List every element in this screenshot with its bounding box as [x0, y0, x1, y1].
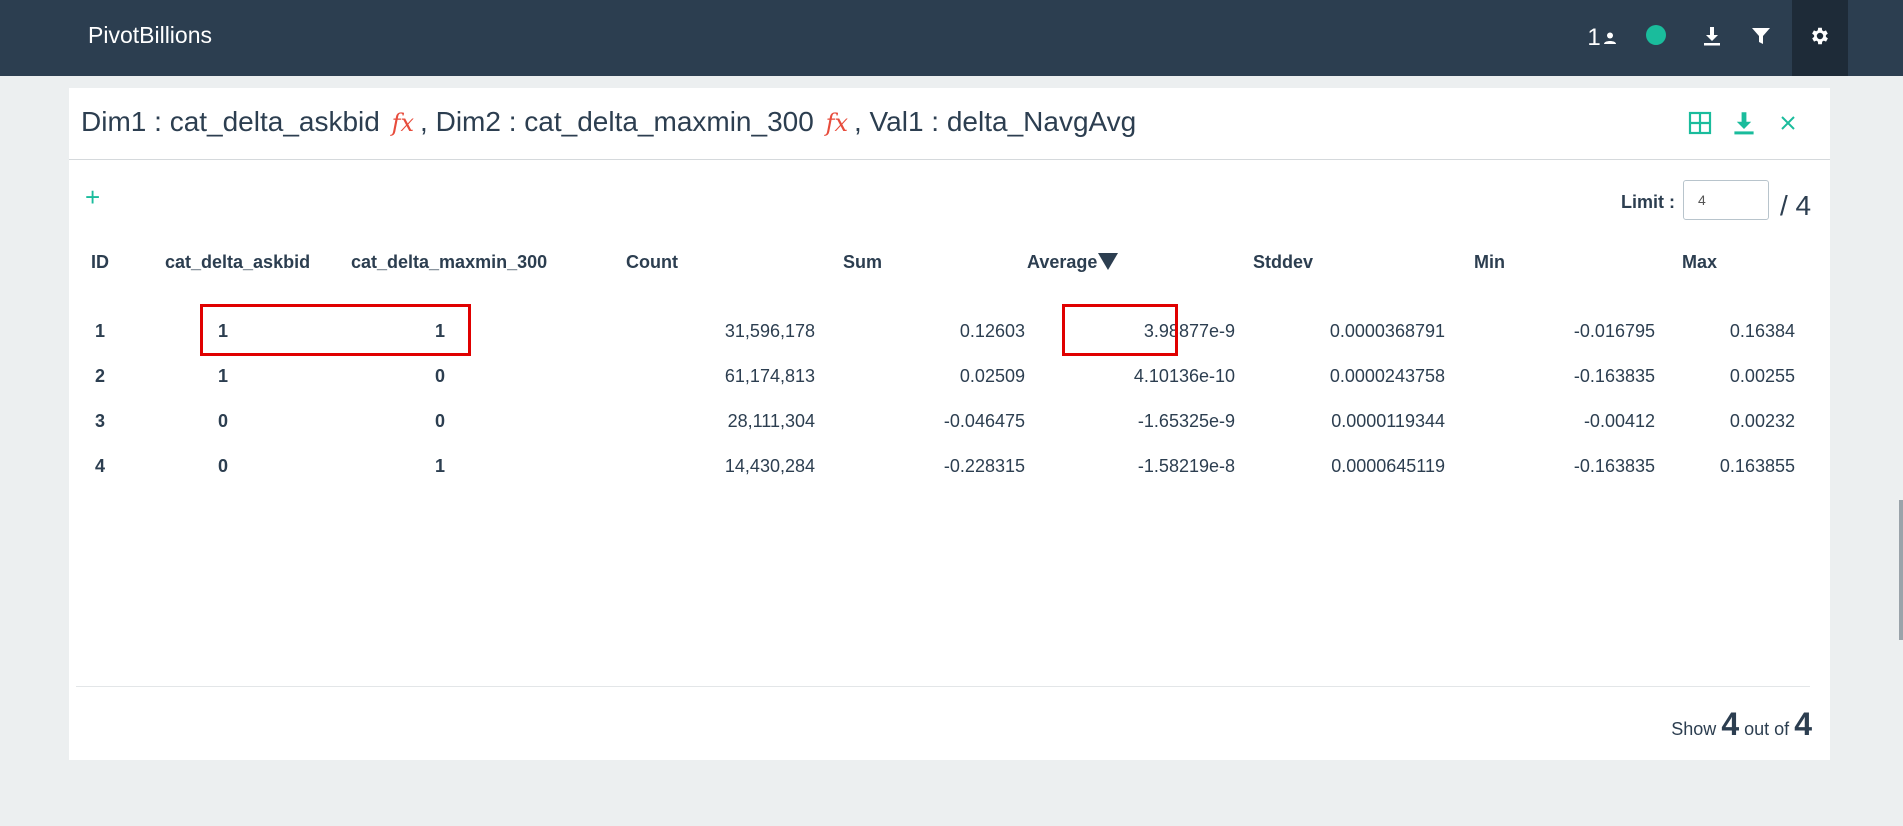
panel-title: Dim1 : cat_delta_askbid fx, Dim2 : cat_d…: [81, 106, 1136, 138]
dim1-fx-icon[interactable]: fx: [392, 109, 414, 137]
cell-min: -0.163835: [1573, 456, 1655, 476]
cell-average: -1.58219e-8: [1137, 456, 1235, 476]
dim1-label: Dim1 :: [81, 106, 170, 137]
limit-label: Limit :: [1621, 192, 1675, 212]
cell-cat-delta-maxmin-300: 0: [435, 366, 446, 386]
pivot-panel: Dim1 : cat_delta_askbid fx, Dim2 : cat_d…: [69, 88, 1830, 760]
cell-max: 0.00232: [1729, 411, 1795, 431]
cell-cat-delta-maxmin-300: 1: [435, 456, 446, 476]
cell-count: 31,596,178: [724, 321, 815, 341]
scrollbar[interactable]: [1899, 500, 1903, 640]
dim2-fx-icon[interactable]: fx: [826, 109, 848, 137]
shown-count: 4: [1721, 706, 1740, 742]
column-header-average-label: Average: [1027, 252, 1098, 272]
cell-min: -0.016795: [1573, 321, 1655, 341]
settings-button[interactable]: [1792, 0, 1848, 76]
app-title[interactable]: PivotBillions: [88, 22, 212, 49]
cell-sum: 0.12603: [959, 321, 1025, 341]
cell-sum: 0.02509: [959, 366, 1025, 386]
grid-view-button[interactable]: [1685, 110, 1715, 140]
filter-icon: [1751, 26, 1771, 51]
dim1-value: cat_delta_askbid: [169, 106, 380, 137]
cell-count: 61,174,813: [724, 366, 815, 386]
cell-stddev: 0.0000243758: [1329, 366, 1445, 386]
highlight-box-dimensions: [200, 304, 471, 356]
panel-header: Dim1 : cat_delta_askbid fx, Dim2 : cat_d…: [69, 88, 1830, 160]
cell-max: 0.163855: [1719, 456, 1795, 476]
row-count-summary: Show 4 out of 4: [1671, 706, 1812, 743]
top-navbar: PivotBillions 1: [0, 0, 1903, 76]
cell-stddev: 0.0000119344: [1331, 411, 1445, 431]
cell-id: 3: [95, 411, 106, 431]
column-header-count[interactable]: Count: [626, 252, 678, 273]
limit-input[interactable]: [1683, 180, 1769, 220]
panel-download-button[interactable]: [1729, 110, 1759, 140]
sort-descending-icon: [1098, 253, 1119, 270]
limit-total: / 4: [1780, 190, 1812, 221]
column-header-cat-delta-askbid[interactable]: cat_delta_askbid: [165, 252, 310, 273]
cell-cat-delta-askbid: 1: [218, 366, 229, 386]
download-icon: [1733, 111, 1755, 140]
status-dot-icon: [1646, 25, 1666, 45]
cell-id: 1: [95, 321, 106, 341]
cell-cat-delta-askbid: 0: [218, 456, 229, 476]
close-icon: [1780, 115, 1796, 136]
connection-status[interactable]: [1640, 0, 1672, 76]
user-icon: [1603, 24, 1617, 52]
column-header-max[interactable]: Max: [1682, 252, 1717, 273]
total-count: 4: [1794, 706, 1812, 742]
cell-id: 2: [95, 366, 106, 386]
cell-id: 4: [95, 456, 106, 476]
dim2-value: cat_delta_maxmin_300: [524, 106, 814, 137]
cell-min: -0.163835: [1573, 366, 1655, 386]
cell-cat-delta-askbid: 0: [218, 411, 229, 431]
column-header-stddev[interactable]: Stddev: [1253, 252, 1313, 273]
cell-cat-delta-maxmin-300: 0: [435, 411, 446, 431]
val1-value: delta_NavgAvg: [946, 106, 1137, 137]
column-header-sum[interactable]: Sum: [843, 252, 882, 273]
cell-sum: -0.046475: [943, 411, 1025, 431]
user-count-button[interactable]: 1: [1582, 0, 1622, 76]
download-button[interactable]: [1696, 0, 1728, 76]
add-button[interactable]: +: [85, 184, 100, 210]
highlight-box-average: [1062, 304, 1178, 356]
footer-divider: [76, 686, 1810, 687]
cell-stddev: 0.0000645119: [1331, 456, 1445, 476]
dim2-label: , Dim2 :: [420, 106, 525, 137]
cell-average: -1.65325e-9: [1137, 411, 1235, 431]
cell-max: 0.00255: [1729, 366, 1795, 386]
val1-label: , Val1 :: [854, 106, 947, 137]
cell-count: 14,430,284: [724, 456, 815, 476]
cell-stddev: 0.0000368791: [1329, 321, 1445, 341]
grid-icon: [1688, 111, 1712, 140]
show-label: Show: [1671, 719, 1717, 739]
gear-icon: [1809, 25, 1831, 52]
cell-count: 28,111,304: [727, 411, 815, 431]
user-count: 1: [1587, 24, 1601, 51]
cell-max: 0.16384: [1729, 321, 1795, 341]
column-header-min[interactable]: Min: [1474, 252, 1505, 273]
column-header-cat-delta-maxmin-300[interactable]: cat_delta_maxmin_300: [351, 252, 547, 273]
cell-sum: -0.228315: [943, 456, 1025, 476]
column-header-id[interactable]: ID: [91, 252, 109, 273]
cell-min: -0.00412: [1583, 411, 1655, 431]
out-of-label: out of: [1744, 719, 1790, 739]
cell-average: 4.10136e-10: [1133, 366, 1235, 386]
panel-close-button[interactable]: [1773, 110, 1803, 140]
download-icon: [1703, 26, 1721, 51]
filter-button[interactable]: [1745, 0, 1777, 76]
column-header-average[interactable]: Average: [1027, 252, 1119, 273]
